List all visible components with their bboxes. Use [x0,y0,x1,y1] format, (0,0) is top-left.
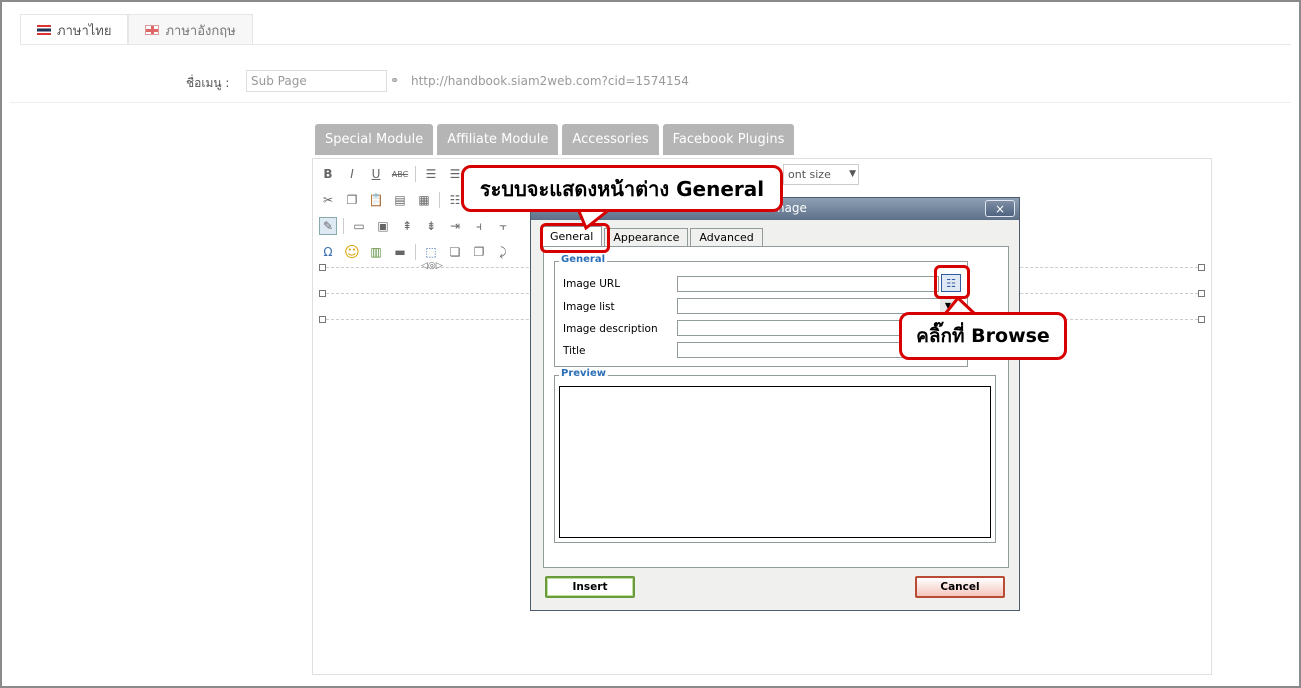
image-list-label: Image list [563,301,615,313]
tab-english[interactable]: ภาษาอังกฤษ [128,14,253,45]
menu-name-row: ชื่อเมนู : ⚭ http://handbook.siam2web.co… [0,70,1301,94]
resize-handle[interactable] [319,316,326,323]
close-icon[interactable]: × [985,200,1015,217]
row-divider [10,102,1291,103]
move-handle-icon[interactable]: ◁◎▷ [421,261,443,271]
table-cell-icon[interactable]: ▣ [374,217,392,235]
resize-handle[interactable] [319,290,326,297]
media-icon[interactable]: ▥ [367,243,385,261]
tab-thai-label: ภาษาไทย [57,23,112,39]
module-buttons: Special Module Affiliate Module Accessor… [315,124,795,155]
menu-name-label: ชื่อเมนู : [186,76,230,90]
insert-row-before-icon[interactable]: ⇞ [398,217,416,235]
general-legend: General [559,254,607,265]
insert-row-after-icon[interactable]: ⇟ [422,217,440,235]
link-icon: ⚭ [390,74,400,87]
insert-col-after-icon[interactable]: ⫟ [494,217,512,235]
layer-move-icon[interactable]: ❐ [470,243,488,261]
align-left-icon[interactable]: ☰ [422,165,440,183]
table-row-icon[interactable]: ▭ [350,217,368,235]
preview-legend: Preview [559,368,609,379]
insert-image-dialog: t image × General Appearance Advanced Ge… [530,197,1020,611]
browse-highlight [934,265,970,299]
title-label: Title [563,345,586,357]
page-url[interactable]: http://handbook.siam2web.com?cid=1574154 [411,74,689,88]
paste-icon[interactable]: 📋 [367,191,385,209]
tab-advanced[interactable]: Advanced [690,228,763,246]
insert-button[interactable]: Insert [545,576,635,598]
underline-button[interactable]: U [367,165,385,183]
toolbar-separator [439,192,440,208]
copy-icon[interactable]: ❐ [343,191,361,209]
font-size-select[interactable]: ont size ▼ [783,164,859,185]
toolbar-row-3: ✎ ▭ ▣ ⇞ ⇟ ⇥ ⫞ ⫟ [319,217,512,235]
layer-icon[interactable]: ❏ [446,243,464,261]
special-module-button[interactable]: Special Module [315,124,434,155]
toolbar-separator [343,218,344,234]
preview-fieldset: Preview [554,368,996,543]
cancel-button[interactable]: Cancel [915,576,1005,598]
edit-css-icon[interactable]: ✎ [319,217,337,235]
general-tab-highlight [540,223,610,253]
facebook-plugins-button[interactable]: Facebook Plugins [662,124,795,155]
chevron-down-icon: ▼ [940,299,956,313]
toolbar-row-1: B I U ABC ☰ ☰ [319,165,464,183]
language-tabs: ภาษาไทย ภาษาอังกฤษ [20,14,253,45]
toolbar-separator [415,166,416,182]
bold-button[interactable]: B [319,165,337,183]
delete-row-icon[interactable]: ⇥ [446,217,464,235]
chevron-down-icon: ▼ [849,169,856,179]
toolbar-row-4: Ω ☺ ▥ ▬ ⬚ ❏ ❐ ⤸ [319,243,512,261]
image-description-label: Image description [563,323,658,335]
tab-appearance[interactable]: Appearance [604,228,689,246]
resize-handle[interactable] [1198,264,1205,271]
menu-name-input[interactable] [246,70,387,92]
tab-english-label: ภาษาอังกฤษ [165,23,236,39]
thai-flag-icon [37,25,51,35]
callout-general-window: ระบบจะแสดงหน้าต่าง General [461,165,783,212]
image-preview [559,386,991,538]
callout-general-text: ระบบจะแสดงหน้าต่าง General [479,176,765,201]
image-url-input[interactable] [677,276,939,292]
image-url-label: Image URL [563,278,621,290]
toolbar-row-2: ✂ ❐ 📋 ▤ ▦ ☷ [319,191,464,209]
resize-handle[interactable] [319,264,326,271]
callout-click-browse: คลิ๊กที่ Browse [899,312,1067,360]
emoticon-icon[interactable]: ☺ [343,243,361,261]
font-size-label: ont size [788,168,831,181]
italic-button[interactable]: I [343,165,361,183]
cut-icon[interactable]: ✂ [319,191,337,209]
horizontal-rule-icon[interactable]: ▬ [391,243,409,261]
tab-thai[interactable]: ภาษาไทย [20,14,129,45]
visual-aid-icon[interactable]: ⬚ [422,243,440,261]
insert-col-before-icon[interactable]: ⫞ [470,217,488,235]
tabs-divider [20,44,1291,45]
absolute-icon[interactable]: ⤸ [494,243,512,261]
resize-handle[interactable] [1198,316,1205,323]
accessories-button[interactable]: Accessories [562,124,659,155]
special-char-icon[interactable]: Ω [319,243,337,261]
uk-flag-icon [145,25,160,35]
strikethrough-button[interactable]: ABC [391,165,409,183]
callout-browse-text: คลิ๊กที่ Browse [916,325,1050,347]
toolbar-separator [415,244,416,260]
paste-word-icon[interactable]: ▦ [415,191,433,209]
affiliate-module-button[interactable]: Affiliate Module [437,124,559,155]
resize-handle[interactable] [1198,290,1205,297]
paste-text-icon[interactable]: ▤ [391,191,409,209]
